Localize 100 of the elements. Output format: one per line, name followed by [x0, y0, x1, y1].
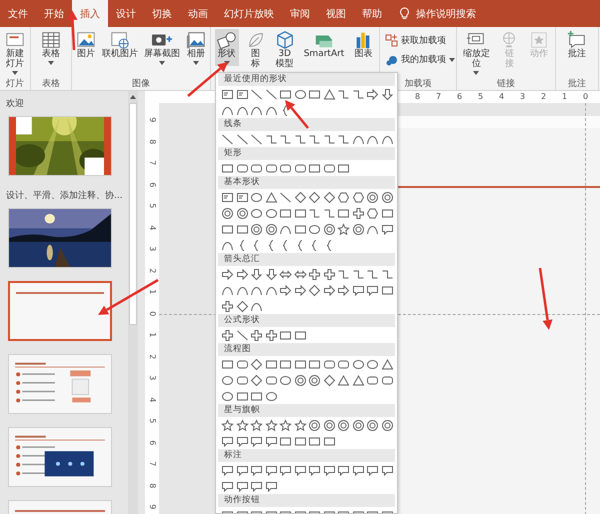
slide-thumbnail[interactable] [8, 281, 112, 341]
hexagon-icon[interactable] [366, 206, 379, 220]
connector-icon[interactable] [279, 132, 292, 146]
ring-icon[interactable] [322, 418, 336, 432]
rectangle-icon[interactable] [250, 390, 263, 402]
ribbon-tab[interactable]: 切换 [144, 0, 180, 27]
rounded-rectangle-icon[interactable] [264, 374, 278, 386]
rectangle-icon[interactable] [236, 390, 248, 402]
rectangle-icon[interactable] [279, 358, 292, 370]
plus-icon[interactable] [352, 206, 364, 220]
ring-icon[interactable] [337, 418, 350, 432]
callout-icon[interactable] [352, 464, 364, 476]
section-title[interactable]: 设计、平滑、添加注释、协... [6, 189, 120, 203]
ribbon-tab[interactable]: 动画 [180, 0, 216, 27]
star-icon[interactable] [279, 418, 292, 432]
ring-icon[interactable] [221, 206, 234, 220]
callout-icon[interactable] [250, 464, 263, 476]
arrow-icon[interactable] [221, 268, 234, 280]
ribbon-button[interactable]: 我的加载项 [384, 52, 456, 67]
callout-icon[interactable] [308, 464, 321, 476]
ring-icon[interactable] [236, 206, 248, 220]
connector-icon[interactable] [366, 268, 379, 280]
rectangle-icon[interactable] [221, 358, 234, 370]
ribbon-tab[interactable]: 设计 [108, 0, 144, 27]
callout-icon[interactable] [294, 464, 306, 476]
ribbon-button[interactable]: 形状 [214, 29, 239, 66]
connector-icon[interactable] [380, 268, 394, 280]
callout-icon[interactable] [221, 464, 234, 476]
double-arrow-icon[interactable] [294, 268, 306, 280]
triangle-icon[interactable] [264, 190, 278, 204]
ribbon-tab[interactable]: 文件 [0, 0, 36, 27]
callout-icon[interactable] [352, 284, 364, 296]
oval-icon[interactable] [221, 390, 234, 402]
rounded-rectangle-icon[interactable] [250, 162, 263, 174]
rectangle-icon[interactable] [294, 222, 306, 236]
text-box-icon[interactable] [236, 88, 248, 100]
oval-icon[interactable] [250, 190, 263, 204]
diamond-icon[interactable] [250, 358, 263, 370]
rounded-rectangle-icon[interactable] [294, 162, 306, 174]
rectangle-icon[interactable] [294, 328, 306, 342]
connector-icon[interactable] [322, 132, 336, 146]
rounded-rectangle-icon[interactable] [380, 374, 394, 386]
ribbon-button[interactable]: 图 标 [244, 29, 268, 71]
ring-icon[interactable] [366, 190, 379, 204]
line-icon[interactable] [221, 132, 234, 146]
connector-icon[interactable] [308, 206, 321, 220]
arrow-icon[interactable] [294, 284, 306, 296]
ribbon-button[interactable]: 批注 [565, 29, 589, 61]
arrow-icon[interactable] [322, 284, 336, 296]
rectangle-icon[interactable] [294, 206, 306, 220]
ribbon-button[interactable]: 图表 [351, 29, 376, 61]
ring-icon[interactable] [380, 190, 394, 204]
callout-icon[interactable] [236, 434, 248, 448]
ring-icon[interactable] [294, 374, 306, 386]
rectangle-icon[interactable] [236, 222, 248, 236]
ribbon-button[interactable]: 获取加载项 [384, 33, 447, 48]
connector-icon[interactable] [352, 268, 364, 280]
star-icon[interactable] [221, 418, 234, 432]
callout-icon[interactable] [264, 464, 278, 476]
callout-icon[interactable] [264, 480, 278, 492]
triangle-icon[interactable] [337, 374, 350, 386]
rectangle-icon[interactable] [279, 328, 292, 342]
line-icon[interactable] [250, 88, 263, 100]
arrow-icon[interactable] [264, 268, 278, 280]
diamond-icon[interactable] [322, 190, 336, 204]
ribbon-button[interactable]: 联机图片 [100, 29, 140, 61]
rectangle-icon[interactable] [337, 206, 350, 220]
line-icon[interactable] [279, 190, 292, 204]
ribbon-button[interactable]: 表格 [39, 29, 63, 66]
diamond-icon[interactable] [308, 284, 321, 296]
connector-icon[interactable] [322, 206, 336, 220]
connector-icon[interactable] [294, 132, 306, 146]
ribbon-tab[interactable]: 插入 [72, 0, 108, 27]
rounded-rectangle-icon[interactable] [337, 358, 350, 370]
oval-icon[interactable] [294, 88, 306, 100]
ribbon-tab[interactable]: 视图 [318, 0, 354, 27]
callout-icon[interactable] [264, 434, 278, 448]
rectangle-icon[interactable] [294, 434, 306, 448]
ribbon-button[interactable]: 新建 灯片 [3, 29, 27, 76]
rectangle-icon[interactable] [322, 434, 336, 448]
callout-icon[interactable] [366, 464, 379, 476]
ribbon-button[interactable]: SmartArt [302, 29, 346, 61]
arrow-icon[interactable] [279, 284, 292, 296]
rectangle-icon[interactable] [308, 434, 321, 448]
ribbon-tab[interactable]: 帮助 [354, 0, 390, 27]
ring-icon[interactable] [250, 222, 263, 236]
connector-icon[interactable] [308, 132, 321, 146]
line-icon[interactable] [236, 132, 248, 146]
rounded-rectangle-icon[interactable] [236, 162, 248, 174]
rounded-rectangle-icon[interactable] [322, 358, 336, 370]
callout-icon[interactable] [221, 480, 234, 492]
star-icon[interactable] [337, 222, 350, 236]
arrow-icon[interactable] [236, 268, 248, 280]
callout-icon[interactable] [322, 464, 336, 476]
rounded-rectangle-icon[interactable] [264, 162, 278, 174]
callout-icon[interactable] [380, 464, 394, 476]
oval-icon[interactable] [221, 374, 234, 386]
plus-icon[interactable] [221, 328, 234, 342]
rectangle-icon[interactable] [380, 284, 394, 296]
oval-icon[interactable] [366, 358, 379, 370]
